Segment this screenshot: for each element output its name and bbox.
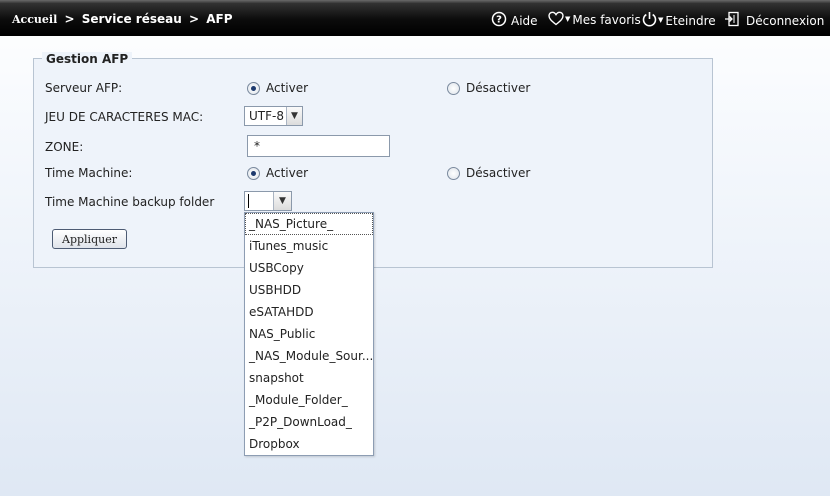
shutdown-menu[interactable]: ▼ Eteindre	[642, 11, 716, 30]
dropdown-option[interactable]: USBHDD	[245, 279, 373, 301]
chevron-down-icon: ▼	[565, 15, 571, 23]
folder-dropdown-list: _NAS_Picture_ iTunes_music USBCopy USBHD…	[244, 212, 374, 456]
breadcrumb-home[interactable]: Accueil	[12, 13, 57, 26]
power-icon	[642, 11, 657, 30]
dropdown-option[interactable]: Dropbox	[245, 433, 373, 455]
favorites-menu[interactable]: ▼ Mes favoris	[548, 11, 641, 29]
dropdown-option[interactable]: iTunes_music	[245, 235, 373, 257]
chevron-down-icon: ▼	[286, 107, 302, 125]
afp-disable-radio[interactable]: Désactiver	[447, 81, 530, 95]
dropdown-option[interactable]: snapshot	[245, 367, 373, 389]
zone-input[interactable]: *	[247, 135, 390, 157]
tm-enable-label: Activer	[266, 166, 309, 180]
time-machine-label: Time Machine:	[45, 166, 133, 180]
text-cursor	[248, 194, 249, 208]
radio-unchecked-icon	[447, 81, 460, 95]
apply-button[interactable]: Appliquer	[52, 229, 127, 249]
breadcrumb-separator: >	[188, 12, 200, 26]
charset-label: JEU DE CARACTERES MAC:	[45, 110, 204, 124]
logout-label: Déconnexion	[746, 13, 825, 28]
breadcrumb: Accueil > Service réseau > AFP	[12, 12, 233, 26]
top-bar: Accueil > Service réseau > AFP ? Aide ▼ …	[0, 0, 830, 36]
breadcrumb-separator: >	[64, 12, 75, 26]
logout-door-icon	[724, 11, 740, 30]
tm-disable-radio[interactable]: Désactiver	[447, 166, 530, 180]
tm-disable-label: Désactiver	[466, 166, 531, 180]
dropdown-option[interactable]: _P2P_DownLoad_	[245, 411, 373, 433]
dropdown-option[interactable]: NAS_Public	[245, 323, 373, 345]
afp-disable-label: Désactiver	[466, 81, 531, 95]
tm-enable-radio[interactable]: Activer	[247, 166, 308, 180]
charset-value: UTF-8	[249, 109, 284, 123]
tm-folder-label: Time Machine backup folder	[45, 195, 215, 209]
radio-unchecked-icon	[447, 166, 460, 180]
logout-menu[interactable]: Déconnexion	[724, 11, 824, 30]
svg-text:?: ?	[496, 15, 502, 26]
shutdown-label: Eteindre	[665, 13, 716, 28]
breadcrumb-section[interactable]: Service réseau	[82, 12, 182, 26]
chevron-down-icon: ▼	[658, 15, 664, 24]
heart-icon	[548, 11, 564, 29]
help-circle-icon: ?	[491, 11, 507, 30]
group-legend: Gestion AFP	[42, 52, 133, 66]
dropdown-option[interactable]: eSATAHDD	[245, 301, 373, 323]
help-label: Aide	[511, 13, 538, 28]
radio-checked-icon	[247, 81, 260, 95]
afp-server-label: Serveur AFP:	[45, 81, 123, 95]
tm-folder-select[interactable]: ▼	[244, 191, 292, 211]
help-menu[interactable]: ? Aide	[491, 11, 538, 30]
dropdown-option[interactable]: _NAS_Picture_	[245, 213, 373, 235]
radio-checked-icon	[247, 166, 260, 180]
afp-enable-radio[interactable]: Activer	[247, 81, 308, 95]
dropdown-option[interactable]: _Module_Folder_	[245, 389, 373, 411]
afp-enable-label: Activer	[266, 81, 309, 95]
chevron-down-icon: ▼	[273, 192, 291, 210]
dropdown-option[interactable]: USBCopy	[245, 257, 373, 279]
charset-select[interactable]: UTF-8 ▼	[244, 106, 303, 126]
favorites-label: Mes favoris	[572, 13, 641, 27]
zone-label: ZONE:	[45, 140, 84, 154]
dropdown-option[interactable]: _NAS_Module_Sour...	[245, 345, 373, 367]
breadcrumb-page: AFP	[206, 12, 233, 26]
